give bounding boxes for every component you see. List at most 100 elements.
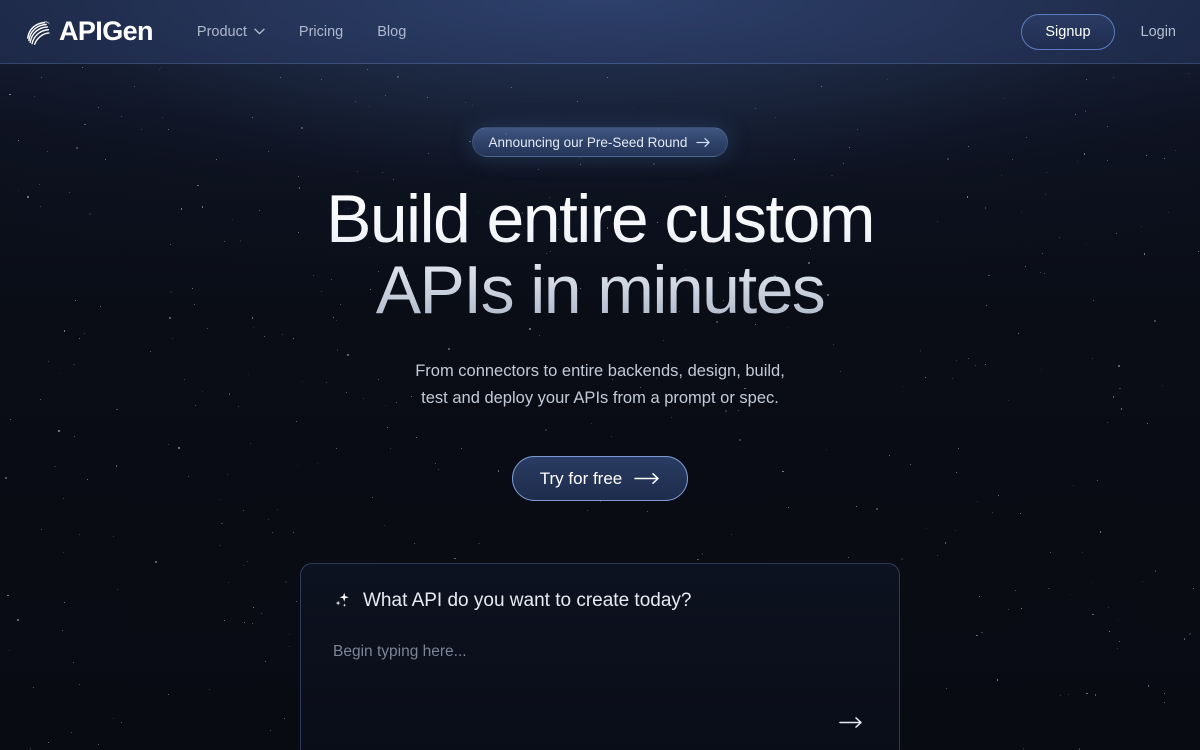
star-dot [288, 646, 290, 648]
nav-item-blog[interactable]: Blog [377, 24, 406, 40]
star-dot [1067, 693, 1069, 695]
star-dot [116, 588, 119, 591]
star-dot [292, 532, 294, 534]
star-dot [223, 619, 225, 621]
nav-item-product[interactable]: Product [197, 24, 265, 40]
star-dot [7, 594, 9, 597]
star-dot [1119, 640, 1121, 642]
star-dot [17, 619, 20, 622]
chevron-down-icon [254, 28, 265, 35]
brand-logo[interactable]: APIGen [24, 16, 154, 47]
star-dot [29, 748, 31, 750]
star-dot [1107, 606, 1109, 608]
star-dot [1164, 693, 1166, 694]
star-dot [276, 509, 278, 511]
star-dot [112, 535, 114, 537]
star-dot [33, 687, 35, 689]
star-dot [855, 506, 857, 508]
star-dot [70, 732, 72, 734]
star-dot [1022, 747, 1024, 749]
star-dot [848, 556, 850, 558]
star-dot [901, 558, 904, 561]
star-dot [1116, 647, 1118, 649]
star-dot [1082, 552, 1084, 554]
star-dot [227, 582, 229, 584]
star-dot [264, 661, 266, 663]
nav-item-product-label: Product [196, 23, 247, 40]
sparkles-icon [335, 592, 349, 607]
star-dot [697, 559, 699, 561]
star-dot [1163, 702, 1165, 703]
prompt-card-heading-label: What API do you want to create today? [363, 590, 692, 611]
star-dot [788, 507, 790, 509]
star-dot [61, 629, 63, 631]
star-dot [936, 554, 938, 556]
star-dot [243, 564, 245, 566]
star-dot [1183, 638, 1186, 640]
brand-name: APIGen [59, 16, 154, 46]
prompt-card: What API do you want to create today? [300, 563, 900, 750]
nav-item-pricing[interactable]: Pricing [299, 24, 343, 40]
star-dot [979, 595, 980, 597]
star-dot [1079, 748, 1081, 750]
prompt-submit-button[interactable] [836, 707, 866, 737]
star-dot [384, 525, 386, 526]
star-dot [246, 560, 248, 562]
star-dot [261, 612, 262, 614]
star-dot [731, 534, 733, 536]
star-dot [270, 729, 272, 731]
announcement-badge[interactable]: Announcing our Pre-Seed Round [471, 127, 729, 157]
star-dot [976, 634, 978, 637]
star-dot [1007, 608, 1009, 610]
star-dot [414, 543, 416, 545]
star-dot [73, 661, 75, 664]
star-dot [1015, 590, 1017, 592]
star-dot [955, 530, 957, 531]
star-dot [219, 544, 221, 547]
star-dot [1070, 594, 1072, 596]
apigen-swirl-logo-icon [27, 21, 50, 45]
prompt-input[interactable] [333, 643, 867, 661]
star-dot [168, 694, 170, 695]
star-dot [64, 602, 66, 603]
star-dot [271, 531, 273, 533]
star-dot [478, 542, 480, 545]
star-dot [253, 607, 255, 609]
star-dot [113, 717, 115, 719]
star-dot [946, 687, 948, 689]
star-dot [996, 679, 999, 681]
star-dot [8, 649, 10, 651]
star-dot [646, 510, 648, 512]
star-dot [121, 721, 123, 723]
star-dot [944, 542, 947, 544]
try-for-free-label: Try for free [539, 468, 623, 488]
star-dot [586, 510, 588, 512]
star-dot [41, 529, 43, 531]
auth-actions: Signup Login [1021, 13, 1176, 50]
star-dot [1193, 587, 1194, 589]
star-dot [1060, 694, 1062, 696]
nav-item-blog-label: Blog [377, 23, 407, 40]
star-dot [701, 553, 703, 555]
try-for-free-button[interactable]: Try for free [511, 456, 689, 501]
prompt-card-heading: What API do you want to create today? [333, 590, 867, 612]
hero-section: Announcing our Pre-Seed Round Build enti… [0, 64, 1200, 501]
star-dot [1141, 581, 1143, 583]
star-dot [155, 561, 157, 563]
signup-button[interactable]: Signup [1021, 13, 1115, 50]
star-dot [1092, 614, 1094, 616]
star-dot [1049, 552, 1051, 554]
star-dot [1086, 692, 1088, 695]
star-dot [926, 527, 928, 529]
star-dot [875, 508, 878, 510]
star-dot [1048, 587, 1050, 589]
star-dot [62, 552, 64, 554]
star-dot [267, 518, 269, 520]
login-link[interactable]: Login [1141, 24, 1176, 40]
page-title: Build entire custom APIs in minutes [326, 181, 875, 328]
star-dot [1090, 581, 1092, 583]
star-dot [1147, 685, 1150, 687]
arrow-right-icon [696, 137, 711, 147]
star-dot [251, 622, 254, 625]
star-dot [295, 601, 297, 603]
